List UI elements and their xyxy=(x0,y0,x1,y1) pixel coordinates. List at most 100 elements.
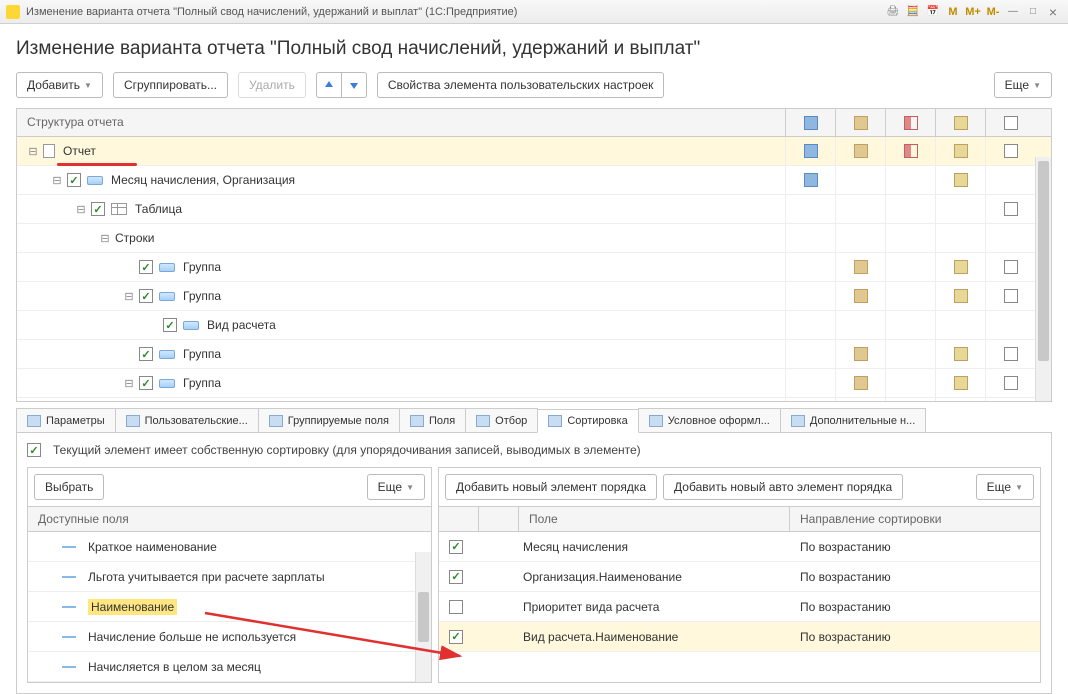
row-icon-cell[interactable] xyxy=(835,137,885,165)
row-icon-cell[interactable] xyxy=(785,282,835,310)
row-checkbox[interactable] xyxy=(67,173,81,187)
row-checkbox[interactable] xyxy=(163,318,177,332)
more-button[interactable]: Еще▼ xyxy=(994,72,1052,98)
row-icon-cell[interactable] xyxy=(785,224,835,252)
tab-6[interactable]: Условное оформл... xyxy=(638,408,781,432)
add-button[interactable]: Добавить▼ xyxy=(16,72,103,98)
group-button[interactable]: Сгруппировать... xyxy=(113,72,228,98)
row-icon-cell[interactable] xyxy=(885,398,935,401)
tree-row[interactable]: Вид расчета xyxy=(17,311,1051,340)
row-icon-cell[interactable] xyxy=(885,282,935,310)
order-list[interactable]: Месяц начисленияПо возрастаниюОрганизаци… xyxy=(439,532,1040,652)
row-checkbox[interactable] xyxy=(139,260,153,274)
order-checkbox[interactable] xyxy=(449,540,463,554)
row-icon-cell[interactable] xyxy=(785,311,835,339)
order-checkbox[interactable] xyxy=(449,570,463,584)
memory-mminus-button[interactable]: M- xyxy=(984,4,1002,20)
close-icon[interactable]: × xyxy=(1044,4,1062,20)
tab-2[interactable]: Группируемые поля xyxy=(258,408,400,432)
row-icon-cell[interactable] xyxy=(885,166,935,194)
row-icon-cell[interactable] xyxy=(985,137,1035,165)
minimize-icon[interactable]: — xyxy=(1004,4,1022,20)
row-icon-cell[interactable] xyxy=(985,224,1035,252)
row-icon-cell[interactable] xyxy=(835,340,885,368)
row-icon-cell[interactable] xyxy=(835,398,885,401)
tree-row[interactable]: Строки xyxy=(17,224,1051,253)
row-icon-cell[interactable] xyxy=(985,340,1035,368)
row-icon-cell[interactable] xyxy=(785,369,835,397)
available-field-row[interactable]: Краткое наименование xyxy=(28,532,431,562)
row-icon-cell[interactable] xyxy=(935,224,985,252)
memory-m-button[interactable]: M xyxy=(944,4,962,20)
choose-button[interactable]: Выбрать xyxy=(34,474,104,500)
row-icon-cell[interactable] xyxy=(935,369,985,397)
available-field-row[interactable]: Начисляется в целом за месяц xyxy=(28,652,431,682)
expand-toggle[interactable] xyxy=(123,377,135,389)
row-icon-cell[interactable] xyxy=(935,195,985,223)
expand-toggle[interactable] xyxy=(123,290,135,302)
move-up-button[interactable] xyxy=(316,72,342,98)
row-icon-cell[interactable] xyxy=(785,398,835,401)
structure-tree[interactable]: ОтчетМесяц начисления, ОрганизацияТаблиц… xyxy=(17,137,1051,401)
expand-toggle[interactable] xyxy=(147,319,159,331)
row-checkbox[interactable] xyxy=(139,289,153,303)
row-icon-cell[interactable] xyxy=(985,282,1035,310)
expand-toggle[interactable] xyxy=(123,348,135,360)
tree-row[interactable]: Таблица xyxy=(17,195,1051,224)
row-icon-cell[interactable] xyxy=(935,340,985,368)
expand-toggle[interactable] xyxy=(99,232,111,244)
tree-row[interactable]: Группа xyxy=(17,282,1051,311)
row-icon-cell[interactable] xyxy=(835,166,885,194)
row-icon-cell[interactable] xyxy=(935,253,985,281)
row-icon-cell[interactable] xyxy=(785,253,835,281)
row-checkbox[interactable] xyxy=(139,347,153,361)
row-icon-cell[interactable] xyxy=(785,137,835,165)
row-icon-cell[interactable] xyxy=(935,398,985,401)
row-icon-cell[interactable] xyxy=(885,311,935,339)
order-row[interactable]: Вид расчета.НаименованиеПо возрастанию xyxy=(439,622,1040,652)
header-col-2[interactable] xyxy=(835,109,885,136)
tab-5[interactable]: Сортировка xyxy=(537,409,638,433)
available-field-row[interactable]: Начисление больше не используется xyxy=(28,622,431,652)
header-col-3[interactable] xyxy=(885,109,935,136)
row-icon-cell[interactable] xyxy=(885,224,935,252)
user-settings-button[interactable]: Свойства элемента пользовательских настр… xyxy=(377,72,665,98)
row-icon-cell[interactable] xyxy=(835,282,885,310)
order-row[interactable]: Месяц начисленияПо возрастанию xyxy=(439,532,1040,562)
available-more-button[interactable]: Еще▼ xyxy=(367,474,425,500)
tree-row[interactable]: Группа xyxy=(17,340,1051,369)
row-icon-cell[interactable] xyxy=(935,166,985,194)
tab-0[interactable]: Параметры xyxy=(16,408,116,432)
order-checkbox[interactable] xyxy=(449,630,463,644)
available-field-row[interactable]: Наименование xyxy=(28,592,431,622)
order-row[interactable]: Приоритет вида расчетаПо возрастанию xyxy=(439,592,1040,622)
tab-7[interactable]: Дополнительные н... xyxy=(780,408,926,432)
expand-toggle[interactable] xyxy=(27,145,39,157)
own-sort-checkbox-row[interactable]: Текущий элемент имеет собственную сортир… xyxy=(27,443,1041,457)
row-icon-cell[interactable] xyxy=(885,195,935,223)
add-order-element-button[interactable]: Добавить новый элемент порядка xyxy=(445,474,657,500)
row-icon-cell[interactable] xyxy=(935,282,985,310)
row-icon-cell[interactable] xyxy=(985,253,1035,281)
tab-1[interactable]: Пользовательские... xyxy=(115,408,259,432)
tree-row[interactable]: Группа xyxy=(17,253,1051,282)
row-icon-cell[interactable] xyxy=(835,224,885,252)
tree-scrollbar[interactable] xyxy=(1035,157,1051,401)
available-fields-list[interactable]: Краткое наименованиеЛьгота учитывается п… xyxy=(28,532,431,682)
row-icon-cell[interactable] xyxy=(935,137,985,165)
order-more-button[interactable]: Еще▼ xyxy=(976,474,1034,500)
row-icon-cell[interactable] xyxy=(835,195,885,223)
row-icon-cell[interactable] xyxy=(835,369,885,397)
move-down-button[interactable] xyxy=(342,72,367,98)
row-icon-cell[interactable] xyxy=(885,137,935,165)
tree-row[interactable]: Группа xyxy=(17,369,1051,398)
expand-toggle[interactable] xyxy=(75,203,87,215)
row-icon-cell[interactable] xyxy=(785,195,835,223)
print-icon[interactable]: 🖨 xyxy=(884,4,902,20)
tab-4[interactable]: Отбор xyxy=(465,408,538,432)
row-checkbox[interactable] xyxy=(139,376,153,390)
row-icon-cell[interactable] xyxy=(985,166,1035,194)
row-icon-cell[interactable] xyxy=(835,311,885,339)
available-scrollbar[interactable] xyxy=(415,552,431,682)
maximize-icon[interactable]: □ xyxy=(1024,4,1042,20)
